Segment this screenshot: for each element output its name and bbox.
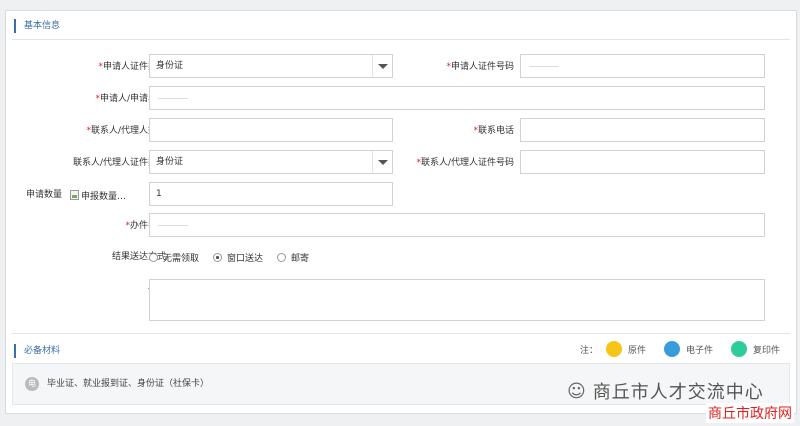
contact-name-label: *联系人/代理人姓名 — [86, 126, 166, 136]
contact-id-type-select[interactable]: 身份证 — [149, 150, 393, 174]
electronic-badge-icon: 电 — [25, 377, 39, 391]
contact-name-input[interactable] — [149, 118, 393, 142]
contact-id-number-input[interactable] — [520, 150, 765, 174]
radio-window-delivery[interactable]: 窗口送达 — [213, 251, 263, 264]
contact-phone-input[interactable] — [520, 118, 765, 142]
radio-mail[interactable]: 邮寄 — [277, 251, 309, 264]
section-divider — [12, 333, 790, 334]
remarks-textarea[interactable] — [149, 279, 765, 321]
legend-prefix: 注： — [579, 345, 598, 356]
item-name-label: *办件名称 — [125, 221, 166, 231]
applicant-id-number-label: *申请人证件号码 — [446, 62, 514, 72]
contact-phone-label: *联系电话 — [473, 126, 514, 136]
watermark-wechat: ☺ 商丘市人才交流中心 — [567, 380, 764, 404]
electronic-circle-icon — [663, 341, 680, 357]
broken-image-icon: 申报数量… — [70, 182, 126, 208]
wechat-icon: ☺ — [567, 380, 587, 402]
delivery-label: 结果送达方式 — [111, 252, 166, 262]
copy-circle-icon — [730, 341, 747, 357]
legend-electronic: 电子件 — [685, 345, 713, 356]
section-divider — [12, 39, 790, 40]
watermark-corner: 商丘市政府网 — [706, 403, 794, 423]
applicant-unit-label: *申请人/申请单位 — [95, 94, 166, 104]
section-title-basic: 基本信息 — [14, 19, 60, 33]
applicant-id-number-input[interactable] — [520, 54, 765, 78]
quantity-input[interactable]: 1 — [149, 182, 393, 206]
original-circle-icon — [605, 341, 622, 357]
legend-copy: 复印件 — [752, 345, 780, 356]
applicant-id-type-label: *申请人证件类型 — [98, 62, 166, 72]
applicant-id-type-select[interactable]: 身份证 — [149, 54, 393, 78]
form-panel: 基本信息 *申请人证件类型 身份证 *申请人证件号码 *申请人/申请单位 *联系… — [5, 10, 797, 414]
item-name-input[interactable] — [149, 213, 765, 237]
material-text: 毕业证、就业报到证、身份证（社保卡） — [47, 379, 210, 389]
applicant-unit-input[interactable] — [149, 86, 765, 110]
remarks-label: 备注 — [26, 277, 166, 303]
quantity-label: 申请数量 — [26, 190, 63, 200]
material-legend: 注： 原件 电子件 复印件 — [580, 341, 780, 357]
contact-id-number-label: *联系人/代理人证件号码 — [416, 158, 514, 168]
legend-original: 原件 — [627, 345, 646, 356]
contact-id-type-label: 联系人/代理人证件类型 — [72, 158, 166, 168]
section-title-materials: 必备材料 — [14, 344, 60, 358]
radio-no-pickup[interactable]: 无需领取 — [149, 251, 199, 264]
delivery-radio-group: 无需领取 窗口送达 邮寄 — [149, 247, 323, 267]
